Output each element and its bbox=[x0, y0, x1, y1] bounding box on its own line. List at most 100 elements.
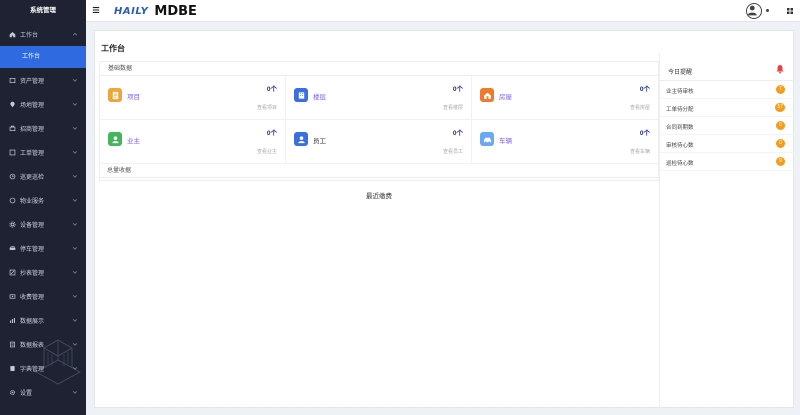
stat-view-link[interactable]: 查看项目 bbox=[257, 104, 277, 111]
chart-icon bbox=[8, 316, 16, 324]
reminder-item[interactable]: 工单待分配 57 bbox=[660, 99, 795, 117]
reminder-item[interactable]: 巡检待心数 9 bbox=[660, 153, 795, 171]
meter-icon bbox=[8, 268, 16, 276]
dictionary-icon bbox=[8, 364, 16, 372]
app-logo: HAILY MDBE bbox=[114, 3, 197, 19]
sidebar-item-property-service[interactable]: 物业服务 bbox=[0, 188, 86, 212]
stat-view-link[interactable]: 查看业主 bbox=[257, 148, 277, 155]
stat-card-house: 房屋 0个 查看房屋 bbox=[472, 76, 658, 120]
car-icon bbox=[480, 132, 494, 146]
sidebar-item-parking[interactable]: 停车管理 bbox=[0, 236, 86, 260]
reminder-label: 巡检待心数 bbox=[666, 161, 694, 167]
chevron-down-icon bbox=[72, 127, 78, 130]
money-icon bbox=[8, 292, 16, 300]
receipts-panel: 总量收据 最近缴费 bbox=[99, 164, 659, 404]
sidebar-item-charges[interactable]: 收费管理 bbox=[0, 284, 86, 308]
stat-view-link[interactable]: 查看楼层 bbox=[443, 104, 463, 111]
reminder-item[interactable]: 合同到期数 0 bbox=[660, 117, 795, 135]
stat-value: 0个 bbox=[452, 86, 463, 93]
building-illustration bbox=[35, 339, 81, 385]
reminder-header: 今日提醒 bbox=[660, 61, 795, 81]
stat-name[interactable]: 员工 bbox=[313, 135, 326, 145]
menu-toggle-icon[interactable] bbox=[92, 6, 100, 14]
sidebar-item-label: 巡更巡检 bbox=[20, 174, 45, 181]
sidebar-item-assets[interactable]: 资产管理 bbox=[0, 68, 86, 92]
stat-card-project: 项目 0个 查看项目 bbox=[100, 76, 286, 120]
chevron-down-icon bbox=[72, 175, 78, 178]
stat-name[interactable]: 项目 bbox=[127, 91, 140, 101]
chevron-down-icon bbox=[72, 247, 78, 250]
stat-view-link[interactable]: 查看房屋 bbox=[630, 104, 650, 111]
apps-grid-icon[interactable] bbox=[787, 8, 793, 14]
reminder-label: 合同到期数 bbox=[666, 125, 694, 131]
stat-card-staff: 员工 0个 查看员工 bbox=[286, 120, 472, 164]
sidebar-item-venues[interactable]: 场地管理 bbox=[0, 92, 86, 116]
sidebar-item-label: 工单管理 bbox=[20, 150, 45, 157]
sidebar-item-tickets[interactable]: 工单管理 bbox=[0, 140, 86, 164]
sidebar-subitem-workbench[interactable]: 工作台 bbox=[0, 46, 86, 68]
document-icon bbox=[108, 88, 122, 102]
sidebar-item-label: 停车管理 bbox=[20, 246, 45, 253]
count-badge: 57 bbox=[775, 103, 785, 112]
sidebar-item-investment[interactable]: 招商管理 bbox=[0, 116, 86, 140]
chevron-down-icon bbox=[72, 199, 78, 202]
stat-card-owner: 业主 0个 查看业主 bbox=[100, 120, 286, 164]
stat-value: 0个 bbox=[639, 86, 650, 93]
stat-value: 0个 bbox=[266, 86, 277, 93]
count-badge: 0 bbox=[776, 121, 785, 130]
report-icon bbox=[8, 340, 16, 348]
stat-name[interactable]: 房屋 bbox=[499, 91, 512, 101]
sidebar-item-label: 工作台 bbox=[20, 32, 39, 39]
car-icon bbox=[8, 244, 16, 252]
chevron-up-icon bbox=[72, 32, 78, 36]
home-icon bbox=[8, 30, 16, 38]
user-icon bbox=[108, 132, 122, 146]
sidebar-item-workbench[interactable]: 工作台 bbox=[0, 22, 86, 46]
sidebar-item-label: 收费管理 bbox=[20, 294, 45, 301]
gear-icon bbox=[8, 388, 16, 396]
bell-icon[interactable] bbox=[775, 64, 785, 74]
sidebar-item-label: 设置 bbox=[20, 390, 33, 397]
logo-mark: HAILY bbox=[114, 5, 149, 17]
sidebar-item-devices[interactable]: 设备管理 bbox=[0, 212, 86, 236]
main-content: 工作台 基础数据 项目 0个 查看项目 楼层 0个 查看楼层 房屋 0个 查看房… bbox=[94, 30, 795, 408]
chevron-down-icon bbox=[72, 223, 78, 226]
chevron-down-icon bbox=[72, 295, 78, 298]
user-avatar[interactable] bbox=[746, 3, 762, 19]
stat-card-floor: 楼层 0个 查看楼层 bbox=[286, 76, 472, 120]
location-icon bbox=[8, 100, 16, 108]
logo-text: MDBE bbox=[154, 3, 197, 19]
service-icon bbox=[8, 196, 16, 204]
sidebar-item-patrol[interactable]: 巡更巡检 bbox=[0, 164, 86, 188]
reminder-panel: 今日提醒 业主待审核 7 工单待分配 57 合同到期数 0 审核待心数 0 巡检… bbox=[659, 53, 795, 408]
clock-icon bbox=[8, 172, 16, 180]
stat-view-link[interactable]: 查看车辆 bbox=[630, 148, 650, 155]
stat-name[interactable]: 车辆 bbox=[499, 135, 512, 145]
stat-name[interactable]: 业主 bbox=[127, 135, 140, 145]
reminder-item[interactable]: 审核待心数 0 bbox=[660, 135, 795, 153]
stat-value: 0个 bbox=[639, 130, 650, 137]
sidebar-item-label: 抄表管理 bbox=[20, 270, 45, 277]
reminder-label: 业主待审核 bbox=[666, 89, 694, 95]
basic-data-panel: 基础数据 项目 0个 查看项目 楼层 0个 查看楼层 房屋 0个 查看房屋 业主… bbox=[99, 61, 659, 181]
reminder-item[interactable]: 业主待审核 7 bbox=[660, 81, 795, 99]
sidebar-item-label: 设备管理 bbox=[20, 222, 45, 229]
reminder-title: 今日提醒 bbox=[668, 70, 693, 76]
reminder-label: 审核待心数 bbox=[666, 143, 694, 149]
sidebar-item-label: 招商管理 bbox=[20, 126, 45, 133]
stat-card-vehicle: 车辆 0个 查看车辆 bbox=[472, 120, 658, 164]
stat-grid: 项目 0个 查看项目 楼层 0个 查看楼层 房屋 0个 查看房屋 业主 0个 查… bbox=[100, 76, 658, 164]
user-icon bbox=[747, 5, 757, 16]
basic-data-heading: 基础数据 bbox=[100, 62, 658, 76]
sidebar-title: 系统管理 bbox=[30, 7, 56, 14]
page-title: 工作台 bbox=[101, 44, 125, 53]
user-menu-caret[interactable] bbox=[766, 9, 769, 12]
stat-value: 0个 bbox=[452, 130, 463, 137]
stat-name[interactable]: 楼层 bbox=[313, 91, 326, 101]
stat-view-link[interactable]: 查看员工 bbox=[443, 148, 463, 155]
staff-icon bbox=[294, 132, 308, 146]
sidebar-item-label: 资产管理 bbox=[20, 78, 45, 85]
chevron-down-icon bbox=[72, 103, 78, 106]
house-icon bbox=[480, 88, 494, 102]
sidebar-item-meter-reading[interactable]: 抄表管理 bbox=[0, 260, 86, 284]
